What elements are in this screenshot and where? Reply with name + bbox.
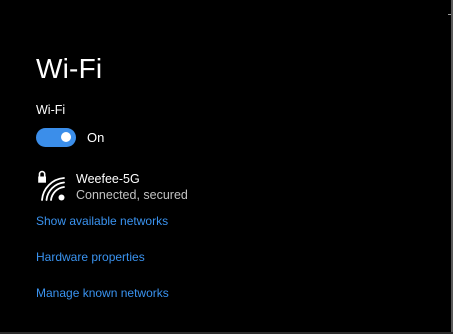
network-status: Connected, secured [76, 188, 188, 202]
wifi-section-label: Wi-Fi [36, 103, 66, 117]
wifi-toggle-switch[interactable] [36, 127, 76, 147]
hardware-properties-link[interactable]: Hardware properties [36, 250, 145, 265]
wifi-toggle-row: On [36, 127, 104, 147]
wifi-dot-icon [58, 194, 65, 201]
wifi-toggle-state: On [87, 129, 105, 145]
connected-network[interactable]: Weefee-5G Connected, secured [36, 168, 256, 204]
wifi-secured-icon [38, 170, 65, 201]
show-available-networks-link[interactable]: Show available networks [36, 214, 168, 229]
page-title: Wi-Fi [36, 53, 103, 84]
toggle-knob [61, 132, 71, 142]
lock-icon [38, 170, 46, 183]
settings-window: Wi-Fi Wi-Fi On Weefee-5G Connected, secu… [0, 0, 453, 334]
network-name: Weefee-5G [76, 172, 140, 186]
manage-known-networks-link[interactable]: Manage known networks [36, 286, 169, 301]
